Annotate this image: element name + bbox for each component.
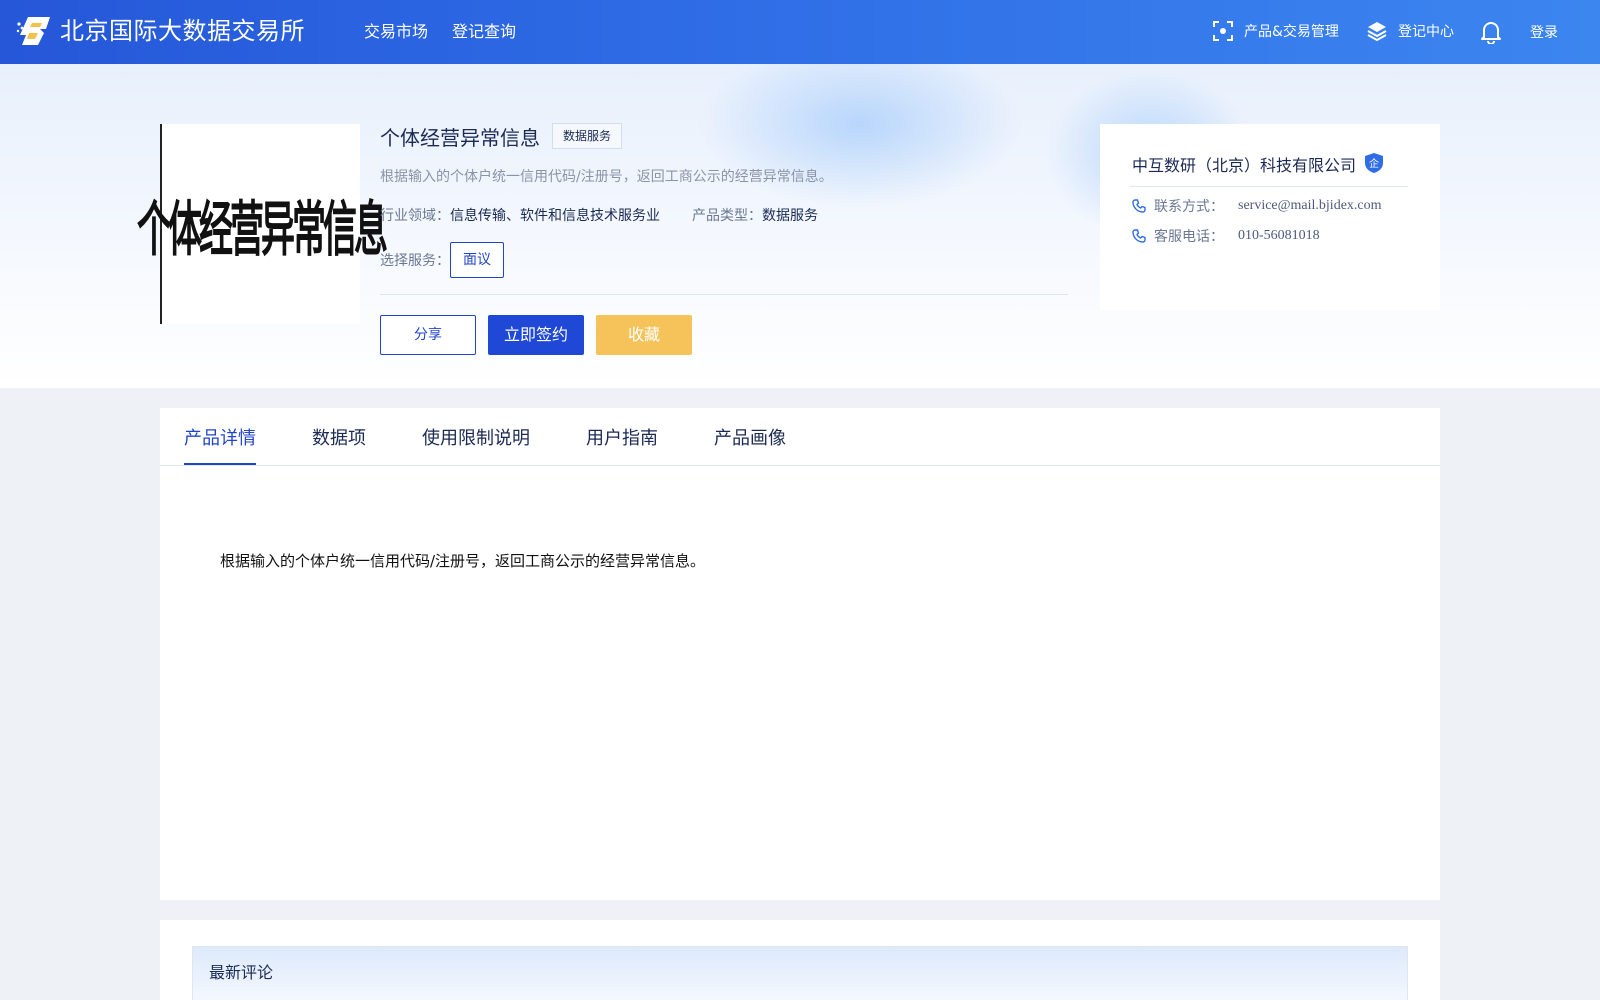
phone-number[interactable]: 010-56081018: [1238, 228, 1320, 244]
company-divider: [1130, 186, 1408, 187]
phone-label: 客服电话：: [1154, 229, 1224, 245]
tab-user-guide[interactable]: 用户指南: [586, 424, 658, 450]
product-description: 根据输入的个体户统一信用代码/注册号，返回工商公示的经营异常信息。: [380, 169, 833, 185]
service-option-negotiable[interactable]: 面议: [450, 242, 504, 278]
industry-value: 信息传输、软件和信息技术服务业: [450, 208, 660, 224]
hero-divider: [380, 294, 1068, 295]
comments-header: 最新评论: [192, 946, 1408, 1000]
tab-usage-restrictions[interactable]: 使用限制说明: [422, 424, 530, 450]
product-thumbnail: 个体经营异常信息: [137, 124, 388, 324]
contact-email[interactable]: service@mail.bjidex.com: [1238, 198, 1382, 214]
industry-label: 行业领域：: [380, 208, 450, 224]
industry-field: 行业领域：信息传输、软件和信息技术服务业: [380, 205, 660, 225]
nav-product-trade-management[interactable]: 产品&交易管理: [1212, 20, 1339, 42]
tab-product-detail[interactable]: 产品详情: [184, 424, 256, 450]
contact-label: 联系方式：: [1154, 199, 1224, 215]
enterprise-shield-icon: 企: [1365, 153, 1383, 173]
tab-product-profile[interactable]: 产品画像: [714, 424, 786, 450]
login-link[interactable]: 登录: [1530, 22, 1558, 42]
phone-icon: [1132, 229, 1146, 243]
product-type-value: 数据服务: [762, 208, 818, 224]
nav-register-query[interactable]: 登记查询: [452, 20, 516, 44]
company-badge-text: 企: [1369, 157, 1379, 170]
layers-icon: [1367, 22, 1387, 42]
product-type-label: 产品类型：: [692, 208, 762, 224]
nav-product-trade-label: 产品&交易管理: [1244, 24, 1339, 40]
contact-email-row: 联系方式： service@mail.bjidex.com: [1132, 196, 1382, 216]
product-detail-panel: 产品详情 数据项 使用限制说明 用户指南 产品画像 根据输入的个体户统一信用代码…: [160, 408, 1440, 900]
product-type-tag: 数据服务: [552, 123, 623, 149]
thumbnail-text: 个体经营异常信息: [137, 195, 388, 266]
scan-focus-icon: [1213, 21, 1233, 41]
nav-register-center-label: 登记中心: [1398, 24, 1454, 40]
share-button[interactable]: 分享: [380, 315, 476, 355]
active-tab-indicator: [184, 463, 256, 465]
phone-icon: [1132, 199, 1146, 213]
detail-tabs: 产品详情 数据项 使用限制说明 用户指南 产品画像: [160, 408, 1440, 466]
sign-now-button[interactable]: 立即签约: [488, 315, 584, 355]
tab-data-items[interactable]: 数据项: [312, 424, 366, 450]
select-service-label: 选择服务：: [380, 253, 450, 269]
main-nav: 交易市场 登记查询: [364, 20, 516, 44]
brand-title[interactable]: 北京国际大数据交易所: [60, 14, 305, 48]
notification-bell[interactable]: [1480, 20, 1512, 44]
bjidex-logo-icon[interactable]: [16, 14, 52, 48]
product-type-field: 产品类型：数据服务: [692, 205, 818, 225]
nav-register-center[interactable]: 登记中心: [1366, 20, 1454, 42]
top-navbar: 北京国际大数据交易所 交易市场 登记查询 产品&交易管理 登记中心 登录: [0, 0, 1600, 64]
company-card: 中互数研（北京）科技有限公司 企 联系方式： service@mail.bjid…: [1100, 124, 1440, 310]
product-title: 个体经营异常信息: [380, 126, 540, 150]
company-name[interactable]: 中互数研（北京）科技有限公司: [1132, 152, 1356, 176]
bell-icon: [1481, 22, 1501, 44]
comments-panel: 最新评论: [160, 920, 1440, 1000]
favorite-button[interactable]: 收藏: [596, 315, 692, 355]
nav-trade-market[interactable]: 交易市场: [364, 20, 428, 44]
product-detail-text: 根据输入的个体户统一信用代码/注册号，返回工商公示的经营异常信息。: [220, 552, 706, 570]
comments-title: 最新评论: [209, 963, 274, 982]
contact-phone-row: 客服电话： 010-56081018: [1132, 226, 1320, 246]
